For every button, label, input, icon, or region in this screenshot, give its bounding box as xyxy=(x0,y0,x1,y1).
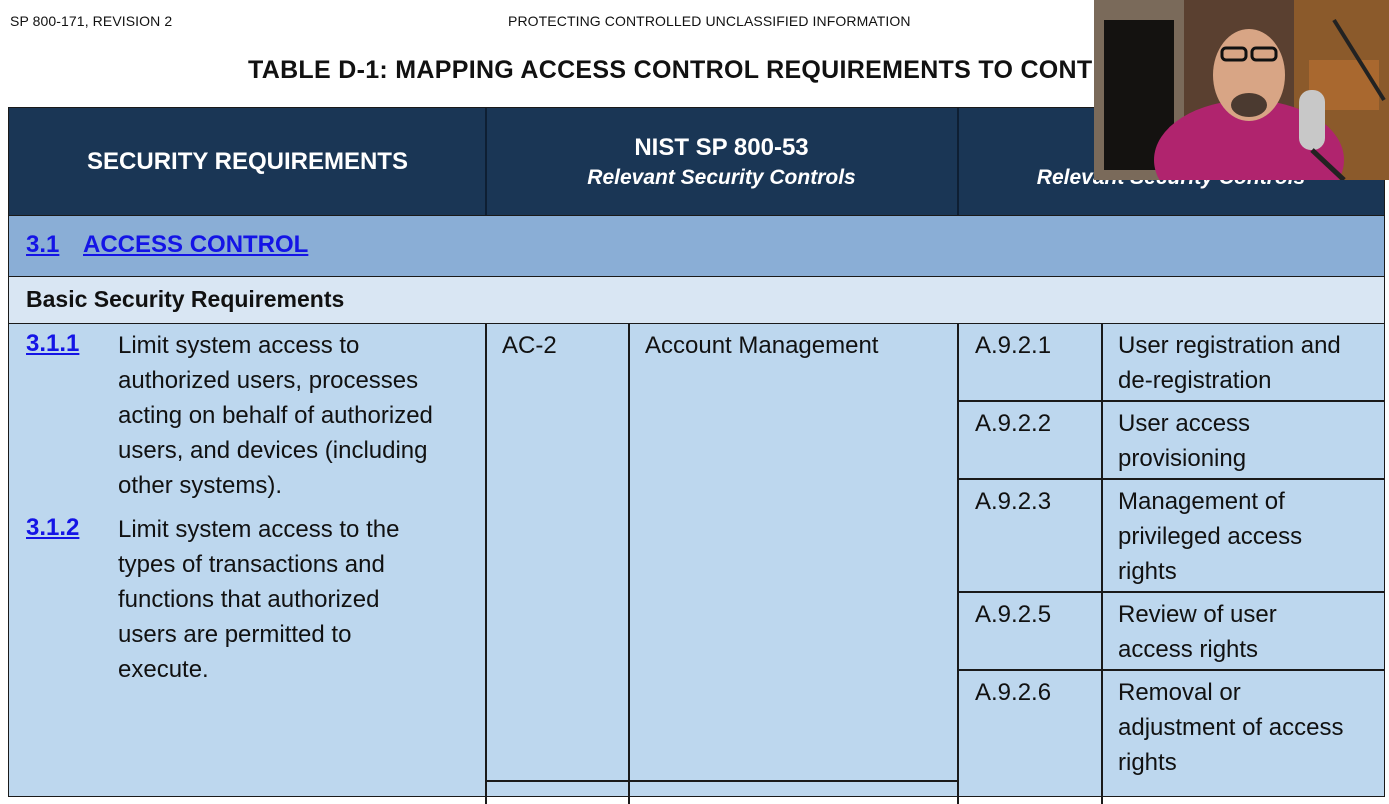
mapping-table: SECURITY REQUIREMENTS NIST SP 800-53 Rel… xyxy=(8,107,1385,804)
subsection-label: Basic Security Requirements xyxy=(26,286,345,312)
presenter-webcam-overlay xyxy=(1094,0,1389,180)
row-divider xyxy=(958,591,1384,593)
iso-control-code: A.9.2.2 xyxy=(975,410,1052,437)
iso-control-code: A.9.2.1 xyxy=(975,332,1052,359)
section-name-link[interactable]: ACCESS CONTROL xyxy=(83,231,308,259)
row-divider xyxy=(485,780,958,782)
column-divider xyxy=(485,324,487,804)
document-title-header: PROTECTING CONTROLLED UNCLASSIFIED INFOR… xyxy=(508,13,911,29)
nist-subheading: Relevant Security Controls xyxy=(587,165,856,189)
document-id-header: SP 800-171, REVISION 2 xyxy=(10,13,173,29)
table-title: TABLE D-1: MAPPING ACCESS CONTROL REQUIR… xyxy=(248,56,1111,84)
row-divider xyxy=(958,400,1384,402)
nist-control-name: Account Management xyxy=(645,332,879,359)
column-header-nist: NIST SP 800-53 Relevant Security Control… xyxy=(486,108,957,215)
iso-control-code: A.9.2.5 xyxy=(975,601,1052,628)
row-divider xyxy=(958,478,1384,480)
section-number-link[interactable]: 3.1 xyxy=(26,231,59,259)
iso-control-name: Removal or adjustment of access rights xyxy=(1118,679,1344,776)
section-row: 3.1 ACCESS CONTROL xyxy=(9,215,1384,277)
nist-heading: NIST SP 800-53 xyxy=(634,133,809,161)
requirement-text-3-1-1: Limit system access to authorized users,… xyxy=(118,332,433,499)
iso-control-code: A.9.2.3 xyxy=(975,488,1052,515)
iso-control-name: Review of user access rights xyxy=(1118,601,1277,663)
requirement-link-3-1-2[interactable]: 3.1.2 xyxy=(26,514,79,542)
column-header-security-requirements: SECURITY REQUIREMENTS xyxy=(9,108,486,215)
security-requirements-heading: SECURITY REQUIREMENTS xyxy=(87,147,408,175)
iso-control-code: A.9.2.6 xyxy=(975,679,1052,706)
row-divider xyxy=(958,669,1384,671)
column-divider xyxy=(957,324,959,804)
subsection-row: Basic Security Requirements xyxy=(9,277,1384,324)
nist-control-code: AC-2 xyxy=(502,332,557,359)
column-divider xyxy=(1101,324,1103,804)
iso-control-name: User access provisioning xyxy=(1118,410,1251,472)
iso-control-name: User registration and de-registration xyxy=(1118,332,1341,394)
requirement-link-3-1-1[interactable]: 3.1.1 xyxy=(26,330,79,358)
column-divider xyxy=(628,324,630,804)
requirement-text-3-1-2: Limit system access to the types of tran… xyxy=(118,516,400,683)
iso-control-name: Management of privileged access rights xyxy=(1118,488,1303,585)
presenter-video-image xyxy=(1094,0,1389,180)
